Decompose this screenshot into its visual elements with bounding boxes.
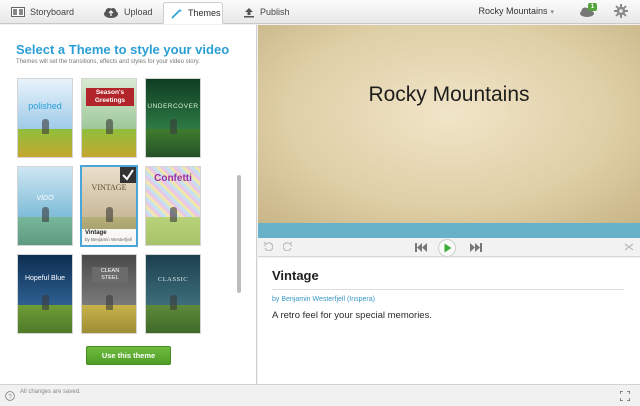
tab-themes-label: Themes: [188, 8, 221, 18]
theme-title: VINTAGE: [91, 183, 127, 192]
theme-title: UNDERCOVER: [147, 103, 199, 110]
checkmark-icon: [120, 167, 136, 183]
tab-upload-label: Upload: [124, 7, 153, 17]
themes-scrollbar[interactable]: [237, 175, 241, 293]
theme-title: CLASSIC: [157, 276, 189, 283]
tab-storyboard-label: Storyboard: [30, 7, 75, 17]
project-title: Rocky Mountains: [478, 6, 548, 16]
theme-title: VIDO: [36, 195, 54, 202]
theme-thumb-confetti[interactable]: Confetti: [145, 166, 201, 246]
help-icon[interactable]: ?: [5, 388, 15, 406]
themes-panel: Select a Theme to style your video Theme…: [0, 25, 257, 384]
theme-thumb-hopeful-blue[interactable]: Hopeful Blue: [17, 254, 73, 334]
magic-wand-icon: [171, 8, 183, 19]
theme-title: polished: [28, 101, 62, 111]
theme-title: Hopeful Blue: [24, 275, 66, 282]
project-title-dropdown[interactable]: Rocky Mountains ▾: [478, 6, 554, 16]
theme-thumb-classic[interactable]: CLASSIC: [145, 254, 201, 334]
play-button[interactable]: [438, 239, 456, 259]
themes-heading: Select a Theme to style your video: [16, 42, 230, 57]
themes-subheading: Themes will set the transitions, effects…: [16, 59, 200, 65]
theme-thumb-seasons-greetings[interactable]: Season's Greetings: [81, 78, 137, 158]
theme-title: Confetti: [154, 173, 192, 184]
video-preview[interactable]: Rocky Mountains: [258, 25, 640, 223]
save-status: All changes are saved.: [20, 389, 81, 395]
tab-publish-label: Publish: [260, 7, 290, 17]
tab-themes[interactable]: Themes: [163, 2, 223, 24]
theme-author-link[interactable]: by Benjamin Westerfjell (Inspera): [272, 296, 375, 303]
fullscreen-icon[interactable]: [619, 388, 631, 406]
theme-title: Season's Greetings: [86, 88, 134, 106]
preview-progress-band: [258, 223, 640, 238]
tab-storyboard[interactable]: Storyboard: [4, 2, 81, 22]
theme-description: A retro feel for your special memories.: [272, 310, 432, 321]
skip-forward-icon[interactable]: [470, 243, 482, 254]
notification-badge: 1: [588, 3, 597, 11]
selected-theme-name: Vintage: [85, 230, 107, 236]
use-this-theme-button[interactable]: Use this theme: [86, 346, 171, 365]
theme-thumb-vido[interactable]: VIDO: [17, 166, 73, 246]
tab-upload[interactable]: Upload: [96, 2, 160, 22]
undo-icon[interactable]: [263, 241, 274, 253]
svg-text:?: ?: [8, 393, 12, 400]
theme-thumb-vintage-selected[interactable]: VINTAGE Vintage by Benjamin Westerfjell: [80, 165, 138, 247]
preview-title: Rocky Mountains: [368, 83, 530, 106]
skip-back-icon[interactable]: [415, 243, 427, 254]
player-controls: [258, 238, 640, 257]
top-toolbar: Storyboard Upload Themes Publish Rocky M…: [0, 0, 640, 24]
selected-theme-author: by Benjamin Westerfjell: [85, 237, 132, 242]
theme-thumb-undercover[interactable]: UNDERCOVER: [145, 78, 201, 158]
chevron-down-icon: ▾: [550, 9, 554, 16]
shuffle-icon[interactable]: [624, 242, 634, 254]
film-icon: [11, 7, 25, 17]
redo-icon[interactable]: [282, 241, 293, 253]
cloud-upload-icon: [103, 7, 119, 18]
theme-thumb-clean-steel[interactable]: CLEAN STEEL: [81, 254, 137, 334]
theme-info-title: Vintage: [272, 268, 319, 283]
gear-icon[interactable]: [614, 4, 628, 23]
selected-theme-label: Vintage by Benjamin Westerfjell: [82, 229, 136, 245]
theme-thumb-polished[interactable]: polished: [17, 78, 73, 158]
theme-title: CLEAN STEEL: [92, 267, 128, 283]
divider: [272, 289, 624, 290]
theme-info-panel: Vintage by Benjamin Westerfjell (Inspera…: [258, 258, 640, 384]
status-bar: ? All changes are saved.: [0, 384, 640, 402]
tab-publish[interactable]: Publish: [236, 2, 297, 22]
upload-arrow-icon: [243, 7, 255, 18]
